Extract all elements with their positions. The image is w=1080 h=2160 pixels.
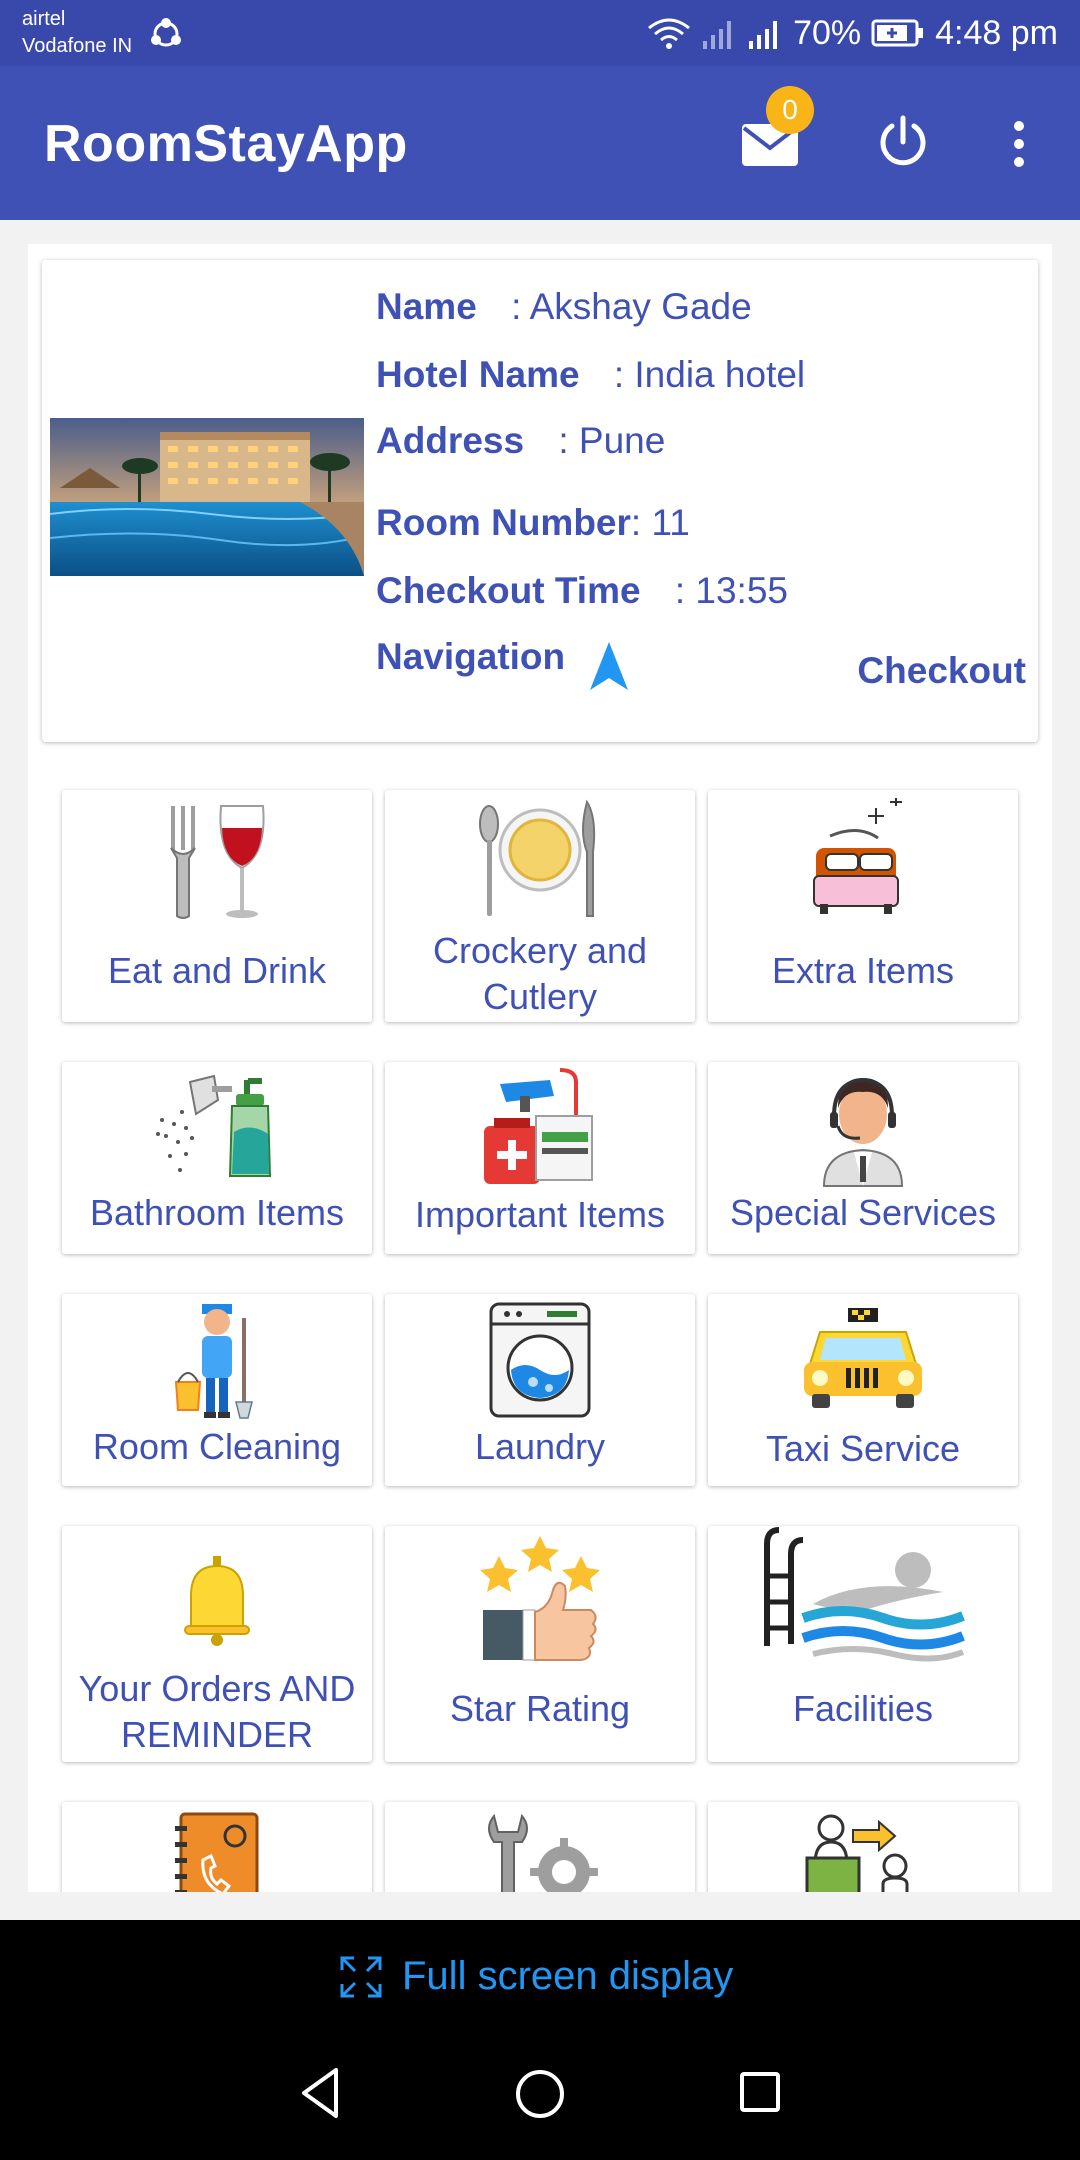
support-agent-icon (822, 1077, 904, 1187)
checkout-time-label: Checkout Time (376, 570, 641, 611)
taxi-icon (804, 1308, 922, 1408)
signal-icon (749, 21, 778, 49)
tile-label: Eat and Drink (107, 950, 327, 991)
reception-icon (805, 1814, 909, 1892)
name-value: : Akshay Gade (511, 286, 752, 327)
tile-label: Room Cleaning (92, 1426, 342, 1467)
tile-taxi-service[interactable]: Taxi Service (708, 1294, 1018, 1486)
address-row: Address : Pune (376, 420, 665, 462)
hotel-name-value: : India hotel (613, 354, 806, 395)
checkout-time-value: : 13:55 (674, 570, 788, 611)
profile-info: Name : Akshay Gade Hotel Name : India ho… (376, 260, 1032, 742)
shower-icon (156, 1074, 272, 1177)
tile-room-cleaning[interactable]: Room Cleaning (62, 1294, 372, 1486)
full-screen-bar[interactable]: Full screen display (0, 1920, 1080, 2036)
room-number-value: : 11 (630, 502, 690, 543)
address-label: Address (376, 420, 525, 461)
bell-icon (184, 1556, 250, 1646)
plate-cutlery-icon (479, 799, 596, 917)
tile-laundry[interactable]: Laundry (385, 1294, 695, 1486)
clock: 4:48 pm (935, 13, 1058, 52)
tile-label: Facilities (792, 1688, 934, 1729)
carrier-line-2: Vodafone IN (22, 35, 133, 57)
tile-label: Star Rating (449, 1688, 631, 1729)
carrier-info: airtel Vodafone IN (22, 6, 132, 60)
app-title: RoomStayApp (44, 115, 408, 173)
navigation-arrow-icon[interactable] (588, 640, 630, 692)
hotel-row: Hotel Name : India hotel (376, 354, 805, 396)
navigation-label[interactable]: Navigation (376, 636, 565, 677)
more-vert-icon[interactable] (1004, 118, 1034, 170)
home-icon[interactable] (514, 2068, 566, 2120)
battery-percent: 70% (793, 13, 862, 52)
tile-bathroom-items[interactable]: Bathroom Items (62, 1062, 372, 1254)
checkout-time-row: Checkout Time : 13:55 (376, 570, 788, 612)
power-icon[interactable] (876, 114, 930, 168)
system-nav-bar (0, 2036, 1080, 2160)
tile-your-orders[interactable]: Your Orders AND REMINDER (62, 1526, 372, 1762)
back-icon[interactable] (298, 2066, 342, 2120)
tile-eat-and-drink[interactable]: Eat and Drink (62, 790, 372, 1022)
tools-icon (488, 1813, 598, 1892)
swimming-pool-icon (764, 1527, 965, 1662)
app-bar: RoomStayApp 0 (0, 66, 1080, 220)
tile-label: Extra Items (771, 950, 955, 991)
profile-card: Name : Akshay Gade Hotel Name : India ho… (42, 260, 1038, 742)
carrier-line-1: airtel (22, 8, 66, 30)
tile-reception[interactable] (708, 1802, 1018, 1892)
mail-badge: 0 (766, 86, 814, 134)
tile-label: Bathroom Items (89, 1192, 345, 1233)
fullscreen-icon (340, 1956, 382, 1998)
main-content: Name : Akshay Gade Hotel Name : India ho… (28, 244, 1052, 1892)
tile-phone-directory[interactable] (62, 1802, 372, 1892)
bed-icon (813, 798, 902, 914)
navigation-row[interactable]: Navigation (376, 636, 565, 678)
tile-label: Your Orders AND REMINDER (78, 1668, 356, 1755)
stars-thumbs-up-icon (480, 1536, 600, 1661)
tile-label: Crockery and Cutlery (432, 930, 648, 1017)
tile-extra-items[interactable]: Extra Items (708, 790, 1018, 1022)
address-value: : Pune (558, 420, 666, 461)
name-row: Name : Akshay Gade (376, 286, 752, 328)
room-number-label: Room Number (376, 502, 631, 543)
checkout-button[interactable]: Checkout (857, 650, 1026, 692)
battery-icon (871, 19, 924, 47)
washing-machine-icon (489, 1302, 591, 1418)
hotel-image (50, 418, 364, 576)
tile-important-items[interactable]: Important Items (385, 1062, 695, 1254)
room-row: Room Number: 11 (376, 502, 690, 544)
tile-facilities[interactable]: Facilities (708, 1526, 1018, 1762)
tile-label: Important Items (414, 1194, 666, 1235)
phone-directory-icon (175, 1812, 259, 1892)
tile-maintenance[interactable] (385, 1802, 695, 1892)
cleaner-icon (174, 1304, 253, 1419)
tile-label: Laundry (474, 1426, 606, 1467)
stationery-firstaid-icon (484, 1068, 593, 1184)
tile-special-services[interactable]: Special Services (708, 1062, 1018, 1254)
tile-star-rating[interactable]: Star Rating (385, 1526, 695, 1762)
name-label: Name (376, 286, 477, 327)
sync-icon (151, 18, 181, 47)
status-icons: 70% 4:48 pm (647, 10, 1058, 56)
tile-label: Special Services (729, 1192, 997, 1233)
hotel-name-label: Hotel Name (376, 354, 580, 395)
fork-wine-icon (170, 805, 265, 919)
recent-apps-icon[interactable] (738, 2070, 782, 2114)
signal-weak-icon (703, 21, 732, 49)
wifi-icon (648, 18, 691, 49)
tile-label: Taxi Service (765, 1428, 961, 1469)
status-bar: airtel Vodafone IN 70% 4:48 pm (0, 0, 1080, 66)
tile-crockery-and-cutlery[interactable]: Crockery and Cutlery (385, 790, 695, 1022)
full-screen-label[interactable]: Full screen display (402, 1954, 733, 1999)
